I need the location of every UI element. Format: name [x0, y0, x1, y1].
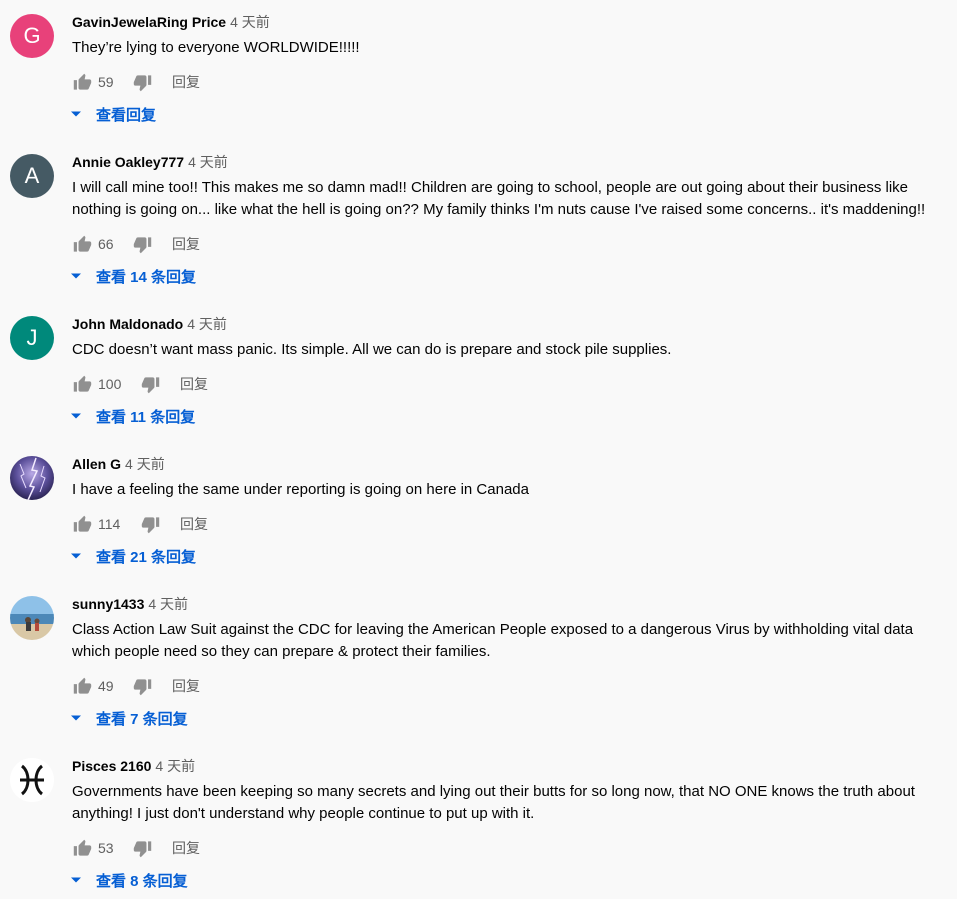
avatar-letter: J	[26, 325, 38, 350]
like-count: 53	[98, 840, 114, 856]
comment-time[interactable]: 4 天前	[125, 456, 165, 472]
view-replies-button[interactable]: 查看 11 条回复	[70, 406, 195, 426]
like-count: 114	[98, 516, 121, 532]
thumb-up-icon[interactable]	[72, 838, 92, 858]
comment-time[interactable]: 4 天前	[187, 316, 227, 332]
thumb-down-icon[interactable]	[140, 374, 160, 394]
comment-text: They’re lying to everyone WORLDWIDE!!!!!	[72, 39, 360, 56]
comment-text: I will call mine too!! This makes me so …	[72, 179, 926, 218]
view-replies-label: 查看 11 条回复	[96, 408, 196, 426]
comment-body: GavinJewelaRing Price 4 天前 They’re lying …	[72, 13, 949, 59]
view-replies-label: 查看 21 条回复	[96, 548, 197, 566]
caret-down-icon	[70, 410, 82, 422]
thumb-down-icon[interactable]	[132, 838, 152, 858]
comment-author[interactable]: John Maldonado	[72, 316, 183, 332]
thumb-up-icon[interactable]	[72, 72, 92, 92]
comment-time[interactable]: 4 天前	[155, 758, 195, 774]
avatar[interactable]: J	[10, 316, 54, 360]
pisces-symbol-icon	[10, 758, 54, 802]
caret-down-icon	[70, 270, 82, 282]
view-replies-label: 查看 7 条回复	[96, 710, 188, 728]
caret-down-icon	[70, 874, 82, 886]
comment-body: Pisces 2160 4 天前 Governments have been ke…	[72, 757, 949, 825]
avatar[interactable]: G	[10, 14, 54, 58]
avatar[interactable]	[10, 596, 54, 640]
like-count: 100	[98, 376, 122, 392]
like-count: 59	[98, 74, 114, 90]
comment-body: Annie Oakley777 4 天前 I will call mine too…	[72, 153, 949, 221]
view-replies-button[interactable]: 查看 21 条回复	[70, 546, 196, 566]
reply-button[interactable]: 回复	[172, 676, 200, 696]
comment-text: Class Action Law Suit against the CDC fo…	[72, 621, 914, 660]
thumb-down-icon[interactable]	[132, 234, 152, 254]
comment-author[interactable]: Pisces 2160	[72, 758, 151, 774]
comment-text: CDC doesn’t want mass panic. Its simple.…	[72, 341, 672, 358]
comment-author[interactable]: GavinJewelaRing Price	[72, 14, 226, 30]
thumb-up-icon[interactable]	[72, 374, 92, 394]
avatar-letter: G	[23, 23, 41, 48]
thumb-up-icon[interactable]	[72, 234, 92, 254]
comment-actions: 53 回复	[72, 838, 200, 858]
thumb-down-icon[interactable]	[132, 676, 152, 696]
avatar-letter: A	[24, 163, 40, 188]
like-count: 49	[98, 678, 114, 694]
view-replies-button[interactable]: 查看 14 条回复	[70, 266, 196, 286]
comment-actions: 49 回复	[72, 676, 200, 696]
reply-button[interactable]: 回复	[172, 838, 200, 858]
comment-time[interactable]: 4 天前	[148, 596, 188, 612]
thumb-down-icon[interactable]	[132, 72, 152, 92]
avatar[interactable]	[10, 758, 54, 802]
reply-button[interactable]: 回复	[172, 234, 200, 254]
comment-author[interactable]: Allen G	[72, 456, 121, 472]
comment-actions: 59 回复	[72, 72, 200, 92]
avatar[interactable]: A	[10, 154, 54, 198]
view-replies-label: 查看 8 条回复	[96, 872, 188, 890]
caret-down-icon	[70, 108, 82, 120]
comment-actions: 114 回复	[72, 514, 208, 534]
thumb-up-icon[interactable]	[72, 676, 92, 696]
avatar[interactable]	[10, 456, 54, 500]
comment-time[interactable]: 4 天前	[188, 154, 228, 170]
view-replies-label: 查看回复	[96, 106, 157, 124]
comment-text: Governments have been keeping so many se…	[72, 783, 915, 822]
reply-button[interactable]: 回复	[180, 374, 208, 394]
reply-button[interactable]: 回复	[180, 514, 208, 534]
thumb-up-icon[interactable]	[72, 514, 92, 534]
view-replies-button[interactable]: 查看 8 条回复	[70, 870, 188, 890]
comment-text: I have a feeling the same under reportin…	[72, 481, 529, 498]
caret-down-icon	[70, 550, 82, 562]
reply-button[interactable]: 回复	[172, 72, 200, 92]
caret-down-icon	[70, 712, 82, 724]
comment-body: sunny1433 4 天前 Class Action Law Suit agai…	[72, 595, 949, 663]
view-replies-button[interactable]: 查看 7 条回复	[70, 708, 188, 728]
view-replies-label: 查看 14 条回复	[96, 268, 197, 286]
comment-author[interactable]: sunny1433	[72, 596, 144, 612]
like-count: 66	[98, 236, 114, 252]
comment-time[interactable]: 4 天前	[230, 14, 270, 30]
comment-author[interactable]: Annie Oakley777	[72, 154, 184, 170]
comment-actions: 66 回复	[72, 234, 200, 254]
comment-actions: 100 回复	[72, 374, 208, 394]
view-replies-button[interactable]: 查看回复	[70, 104, 156, 124]
comment-body: John Maldonado 4 天前 CDC doesn’t want mass…	[72, 315, 949, 361]
comment-body: Allen G4 天前 I have a feeling the same un…	[72, 455, 949, 501]
thumb-down-icon[interactable]	[140, 514, 160, 534]
